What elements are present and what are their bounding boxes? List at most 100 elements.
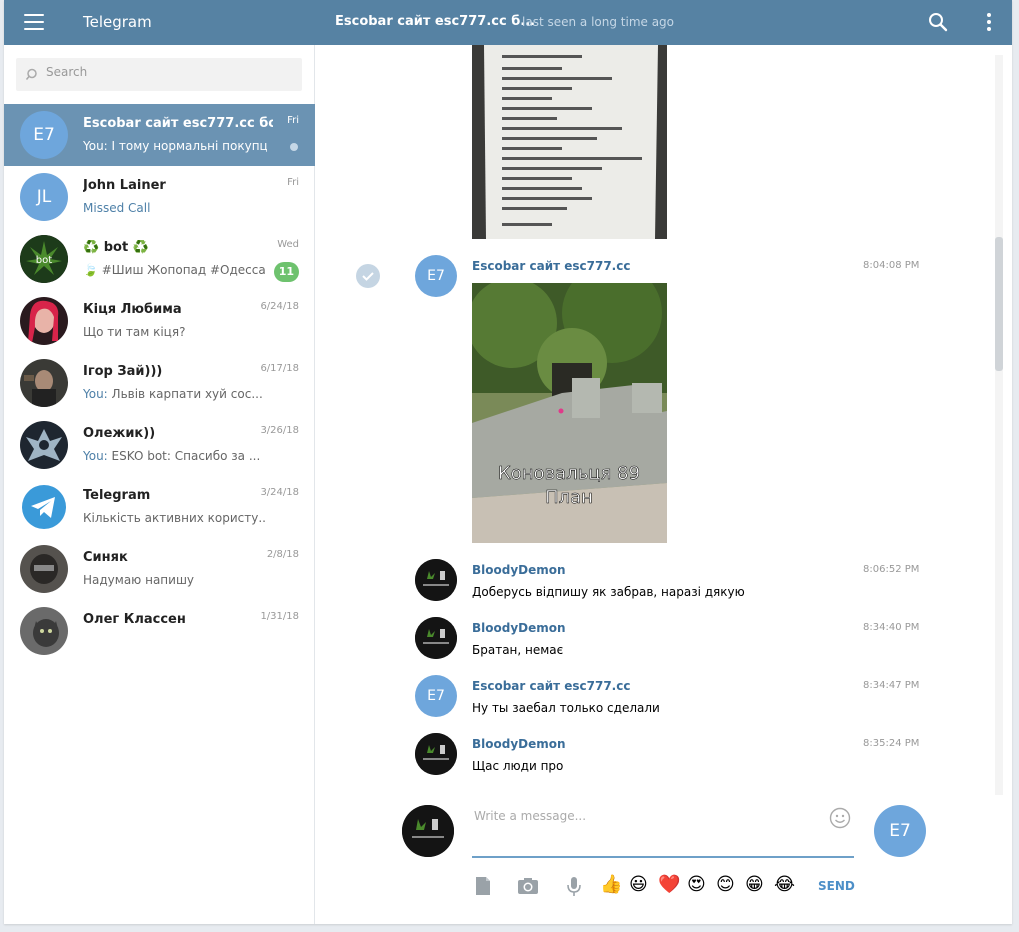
emoji-grin[interactable]: 😁 [745,874,764,895]
dialog-item[interactable]: E7 Escobar сайт esc777.cc бот ... Fri Yo… [4,104,315,166]
emoji-joy[interactable]: 😂 [774,874,795,895]
dialog-name: John Lainer [83,178,166,193]
avatar [20,545,68,593]
send-button[interactable]: SEND [818,879,855,893]
my-account-avatar[interactable] [402,805,454,857]
avatar: E7 [20,111,68,159]
message-time: 8:34:40 PM [863,622,920,633]
message-text: Ну ты заебал только сделали [472,701,660,715]
emoji-smiley[interactable]: 😃 [629,874,648,895]
chat-status: last seen a long time ago [522,15,675,29]
attach-file-icon[interactable] [472,875,494,897]
dialog-message: 🍃 #Шиш Жопопад #Одесса 🍃 [83,263,267,277]
message-author[interactable]: BloodyDemon [472,621,566,635]
message-author[interactable]: BloodyDemon [472,563,566,577]
avatar [20,607,68,655]
emoji-heart-eyes[interactable]: 😍 [687,874,706,895]
avatar[interactable]: E7 [415,675,457,717]
avatar[interactable] [415,559,457,601]
dialog-name: Кіця Любима [83,302,182,317]
emoji-blush[interactable]: 😊 [716,874,735,895]
chat-area: E7 Escobar сайт esc777.cc 8:04:08 PM Кон… [316,45,1012,924]
emoji-picker-icon[interactable] [829,807,851,829]
avatar[interactable] [415,733,457,775]
message-time: 8:35:24 PM [863,738,920,749]
dialog-message: You: І тому нормальні покупці с... [83,139,267,153]
avatar-text: bot [36,255,52,266]
more-options-icon[interactable] [984,12,994,32]
dialog-name: Ігор Зай))) [83,364,163,379]
message-prefix: You: [83,387,108,401]
message-composer[interactable] [472,801,854,858]
search-icon [26,68,37,80]
message-author[interactable]: BloodyDemon [472,737,566,751]
dialog-name: ♻️ bot ♻️ [83,240,149,255]
search-input[interactable] [46,65,286,79]
dialog-item[interactable]: bot ♻️ bot ♻️ Wed 🍃 #Шиш Жопопад #Одесса… [4,228,315,290]
message-text: Братан, немає [472,643,564,657]
attach-photo-icon[interactable] [517,875,539,897]
dialog-name: Синяк [83,550,128,565]
dialog-time: 3/26/18 [260,425,299,436]
chat-title[interactable]: Escobar сайт esc777.cc б... [335,14,535,29]
message-time: 8:34:47 PM [863,680,920,691]
message-input[interactable] [472,801,854,851]
search-icon[interactable] [928,12,948,32]
dialog-name: Escobar сайт esc777.cc бот ... [83,116,273,131]
selection-check-icon[interactable] [356,264,380,288]
dialog-time: Wed [277,239,299,250]
peer-avatar[interactable]: E7 [874,805,926,857]
avatar[interactable]: E7 [415,255,457,297]
dialog-message: You: Львів карпати хуй сос... [83,387,263,401]
message-text: Доберусь відпишу як забрав, наразі дякую [472,585,745,599]
avatar [20,359,68,407]
dialog-item[interactable]: Кіця Любима 6/24/18 Що ти там кіця? [4,290,315,352]
dialog-time: 6/24/18 [260,301,299,312]
telegram-window: Telegram Escobar сайт esc777.cc б... las… [4,0,1012,924]
dialog-item[interactable]: Олежик)) 3/26/18 You: ESKO bot: Спасибо … [4,414,315,476]
dialog-item[interactable]: Олег Классен 1/31/18 [4,600,315,662]
avatar[interactable] [415,617,457,659]
chat-scrollbar[interactable] [995,55,1003,795]
unread-dot-icon [290,143,298,151]
avatar: bot [20,235,68,283]
scrollbar-thumb[interactable] [995,237,1003,371]
dialog-item[interactable]: JL John Lainer Fri Missed Call [4,166,315,228]
message-prefix: You: [83,139,108,153]
dialog-name: Олежик)) [83,426,156,441]
message-author[interactable]: Escobar сайт esc777.cc [472,679,630,693]
dialog-time: 1/31/18 [260,611,299,622]
dialog-time: Fri [287,115,299,126]
dialog-time: 2/8/18 [266,549,299,560]
app-title: Telegram [83,13,152,31]
menu-icon[interactable] [24,14,44,30]
dialog-message: Що ти там кіця? [83,325,186,339]
message-time: 8:06:52 PM [863,564,920,575]
message-preview: ESKO bot: Спасибо за ... [107,449,261,463]
receipt-photo[interactable] [472,45,667,239]
photo-caption-line2: План [545,487,593,508]
message-preview: Львів карпати хуй сос... [107,387,263,401]
dialog-message: Кількість активних користу... [83,511,267,525]
emoji-heart[interactable]: ❤️ [658,874,680,895]
emoji-thumbs-up[interactable]: 👍 [600,874,622,895]
message-time: 8:04:08 PM [863,260,920,271]
dialog-time: 6/17/18 [260,363,299,374]
dialog-item[interactable]: Telegram 3/24/18 Кількість активних кори… [4,476,315,538]
dialog-message: You: ESKO bot: Спасибо за ... [83,449,260,463]
dialog-item[interactable]: Ігор Зай))) 6/17/18 You: Львів карпати х… [4,352,315,414]
search-box[interactable] [16,58,302,91]
dialog-item[interactable]: Синяк 2/8/18 Надумаю напишу [4,538,315,600]
dialog-time: Fri [287,177,299,188]
avatar [20,421,68,469]
location-photo[interactable]: Коновальця 89 План [472,283,667,543]
dialog-name: Олег Классен [83,612,186,627]
dialog-message: Надумаю напишу [83,573,195,587]
message-prefix: You: [83,449,108,463]
telegram-logo-icon [20,483,68,531]
microphone-icon[interactable] [563,875,585,897]
message-preview: І тому нормальні покупці с... [111,139,267,153]
unread-badge: 11 [273,262,299,282]
message-author[interactable]: Escobar сайт esc777.cc [472,259,630,273]
message-text: Щас люди про [472,759,564,773]
